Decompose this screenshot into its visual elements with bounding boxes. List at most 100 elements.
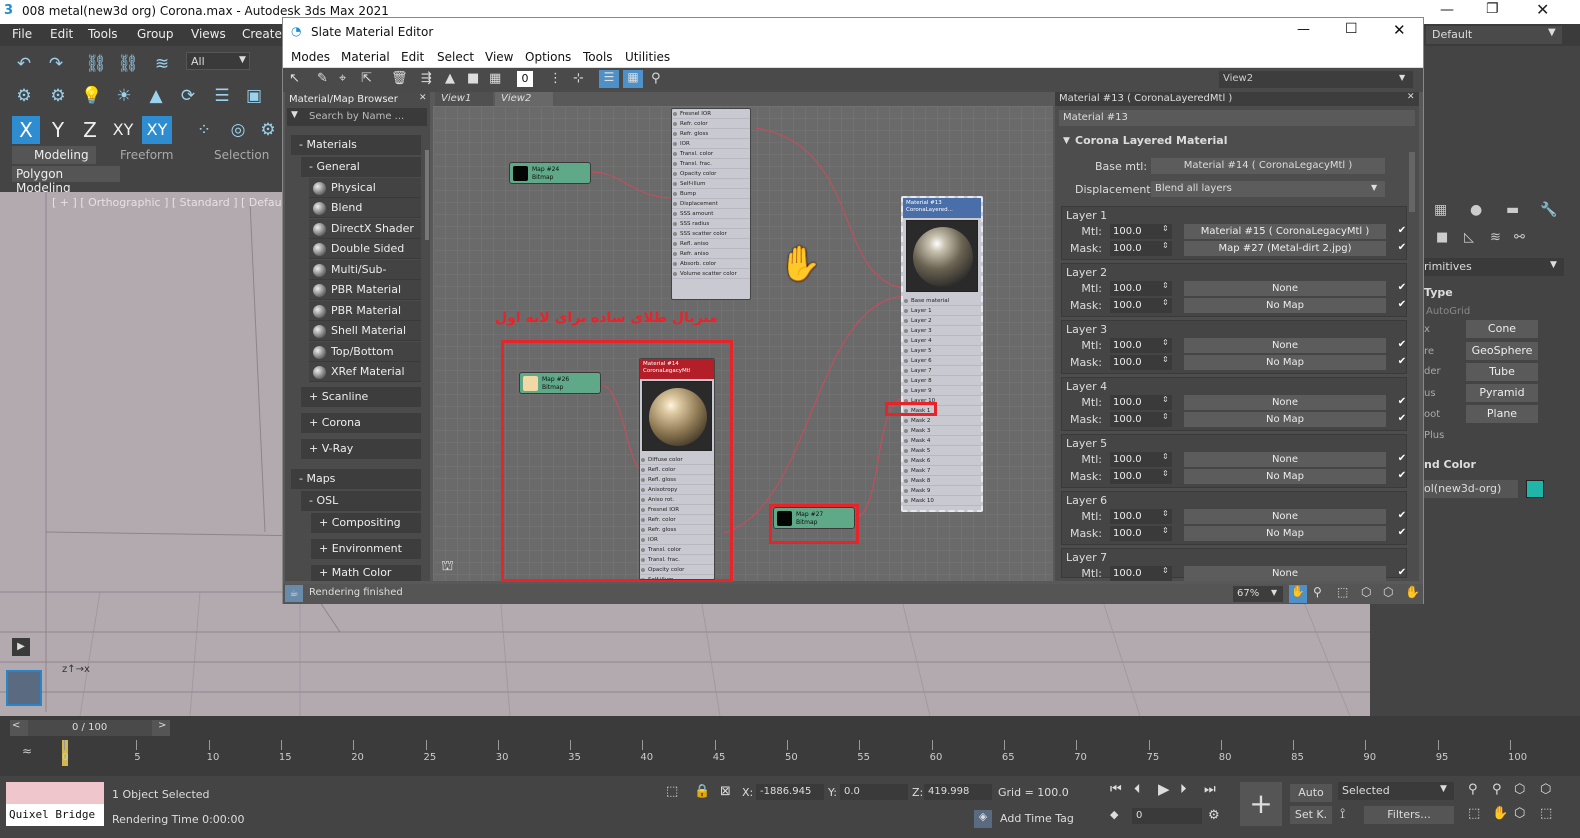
time-slider-thumb[interactable]: 0 / 100 xyxy=(28,720,152,736)
axis-y-button[interactable]: Y xyxy=(46,116,70,144)
material-item[interactable]: DirectX Shader xyxy=(309,219,421,239)
node-slot[interactable]: Mask 10 xyxy=(903,496,981,506)
list-icon[interactable]: ☰ xyxy=(210,84,234,108)
utilities-icon[interactable]: 🔧 xyxy=(1540,202,1557,218)
assign-material-icon[interactable]: ⇱ xyxy=(361,71,372,86)
node-slot[interactable]: Layer 2 xyxy=(903,316,981,326)
layer-mask-button[interactable]: No Map xyxy=(1184,526,1386,541)
node-slot[interactable]: Refr. aniso xyxy=(672,249,750,259)
next-frame-icon[interactable]: > xyxy=(158,720,166,731)
field-of-view-icon[interactable]: ⬚ xyxy=(1468,806,1480,821)
checkbox-mask-enabled[interactable]: ✔ xyxy=(1396,299,1408,311)
checkbox-mask-enabled[interactable]: ✔ xyxy=(1396,527,1408,539)
node-slot[interactable]: Transl. color xyxy=(672,149,750,159)
node-slot[interactable]: Refl. color xyxy=(640,465,714,475)
node-slot[interactable]: Layer 6 xyxy=(903,356,981,366)
auto-key-button[interactable]: Auto xyxy=(1290,784,1332,802)
angle-snap-icon[interactable]: ◎ xyxy=(226,118,250,142)
link-icon[interactable]: ⛓ xyxy=(84,52,108,76)
goto-start-icon[interactable]: ⏮ xyxy=(1110,782,1122,797)
layer-mtl-button[interactable]: Material #15 ( CoronaLegacyMtl ) xyxy=(1184,224,1386,239)
button-fragment[interactable]: re xyxy=(1424,346,1434,357)
restore-icon[interactable]: ❐ xyxy=(1486,1,1499,17)
add-time-tag[interactable]: Add Time Tag xyxy=(1000,812,1074,825)
node-graph-view[interactable]: Fresnel IOR Refr. color Refr. gloss IOR Tran… xyxy=(433,106,1053,582)
material-item[interactable]: XRef Material xyxy=(309,362,421,382)
slate-menu-modes[interactable]: Modes xyxy=(291,50,330,64)
material-name-field[interactable]: Material #13 xyxy=(1059,110,1415,126)
category-corona[interactable]: + Corona xyxy=(301,413,421,433)
goto-end-icon[interactable]: ⏭ xyxy=(1204,782,1216,797)
pyramid-button[interactable]: Pyramid xyxy=(1466,384,1538,402)
show-map-icon[interactable]: ■ xyxy=(467,71,479,86)
slate-menu-tools[interactable]: Tools xyxy=(583,50,613,64)
ribbon-tab-freeform[interactable]: Freeform xyxy=(120,148,173,162)
isolate-selection-icon[interactable]: ⬚ xyxy=(666,784,678,799)
node-slot[interactable]: Bump xyxy=(672,189,750,199)
camera-icon[interactable]: ■ xyxy=(1436,230,1448,245)
node-slot[interactable]: Layer 1 xyxy=(903,306,981,316)
category-maps[interactable]: - Maps xyxy=(291,469,421,489)
menu-views[interactable]: Views xyxy=(191,27,226,41)
key-filter-dropdown[interactable]: Selected ▼ xyxy=(1338,782,1454,800)
modify-icon[interactable]: ⚙ xyxy=(46,84,70,108)
spinner-arrows-icon[interactable]: ⇕ xyxy=(1162,355,1169,364)
layer-mtl-button[interactable]: None xyxy=(1184,566,1386,581)
node-slot[interactable]: Fresnel IOR xyxy=(672,109,750,119)
node-slot[interactable]: Transl. frac. xyxy=(640,555,714,565)
layered-material-node[interactable]: Material #13 CoronaLayered... Base mater… xyxy=(901,196,983,512)
delete-icon[interactable]: 🗑 xyxy=(391,71,408,86)
play-animation-icon[interactable]: ▶ xyxy=(1158,780,1170,798)
primitive-type-dropdown[interactable]: rimitives ▼ xyxy=(1422,258,1564,276)
display-icon[interactable]: ▬ xyxy=(1506,202,1519,218)
create-icon[interactable]: ⚙ xyxy=(12,84,36,108)
zoom-extents-all-icon[interactable]: ⬡ xyxy=(1540,782,1551,797)
checkbox-mask-enabled[interactable]: ✔ xyxy=(1396,242,1408,254)
material-id-icon[interactable]: 0 xyxy=(517,71,533,87)
parameter-scrollbar[interactable] xyxy=(1409,152,1415,212)
zoom-all-icon[interactable]: ⚲ xyxy=(1492,782,1502,797)
node-slot[interactable]: Mask 7 xyxy=(903,466,981,476)
pan-viewport-icon[interactable]: ✋ xyxy=(1492,806,1508,821)
material-item[interactable]: Shell Material xyxy=(309,321,421,341)
node-slot[interactable]: Layer 7 xyxy=(903,366,981,376)
spinner-arrows-icon[interactable]: ⇕ xyxy=(1162,281,1169,290)
z-coordinate-field[interactable]: 419.998 xyxy=(924,784,992,800)
object-color-swatch[interactable] xyxy=(1526,480,1544,498)
maximize-icon[interactable]: ☐ xyxy=(1345,21,1358,37)
sun-icon[interactable]: ☀ xyxy=(112,84,136,108)
layer-mtl-button[interactable]: None xyxy=(1184,281,1386,296)
material-browser-icon[interactable]: ☰ xyxy=(599,70,619,88)
button-fragment[interactable]: oot xyxy=(1424,409,1440,420)
checkbox-mtl-enabled[interactable]: ✔ xyxy=(1396,453,1408,465)
axis-xy-cycle-button[interactable]: XY xyxy=(142,116,172,144)
y-coordinate-field[interactable]: 0.0 xyxy=(840,784,908,800)
material-item[interactable]: PBR Material (S... xyxy=(309,301,421,337)
time-config-icon[interactable]: ⚙ xyxy=(1208,808,1220,823)
node-slot[interactable]: Absorb. color xyxy=(672,259,750,269)
spinner-arrows-icon[interactable]: ⇕ xyxy=(1162,224,1169,233)
material-node-top[interactable]: Fresnel IOR Refr. color Refr. gloss IOR Tran… xyxy=(671,108,751,300)
category-environment[interactable]: + Environment xyxy=(311,539,421,559)
node-slot[interactable]: Mask 4 xyxy=(903,436,981,446)
layer-mask-button[interactable]: No Map xyxy=(1184,298,1386,313)
close-icon[interactable]: ✕ xyxy=(1393,21,1406,39)
selection-filter-dropdown[interactable]: All ▼ xyxy=(186,52,250,70)
category-vray[interactable]: + V-Ray xyxy=(301,439,421,459)
hide-icon[interactable]: ▲ xyxy=(445,71,455,86)
checkbox-mtl-enabled[interactable]: ✔ xyxy=(1396,282,1408,294)
node-slot[interactable]: Refr. color xyxy=(672,119,750,129)
displacement-dropdown[interactable]: Blend all layers ▼ xyxy=(1151,181,1385,197)
checkbox-mtl-enabled[interactable]: ✔ xyxy=(1396,510,1408,522)
axis-x-button[interactable]: X xyxy=(12,116,40,144)
node-slot[interactable]: Refl. aniso xyxy=(672,239,750,249)
render-icon[interactable]: ▣ xyxy=(242,84,266,108)
pick-material-icon[interactable]: ⌖ xyxy=(339,71,346,86)
checkbox-mask-enabled[interactable]: ✔ xyxy=(1396,413,1408,425)
node-slot[interactable]: SSS amount xyxy=(672,209,750,219)
redo-icon[interactable]: ↷ xyxy=(44,52,68,76)
time-tag-icon[interactable]: ◈ xyxy=(974,810,992,828)
ribbon-tab-selection[interactable]: Selection xyxy=(214,148,269,162)
slate-menu-view[interactable]: View xyxy=(485,50,513,64)
zoom-region-icon[interactable]: ⬚ xyxy=(1337,585,1348,599)
